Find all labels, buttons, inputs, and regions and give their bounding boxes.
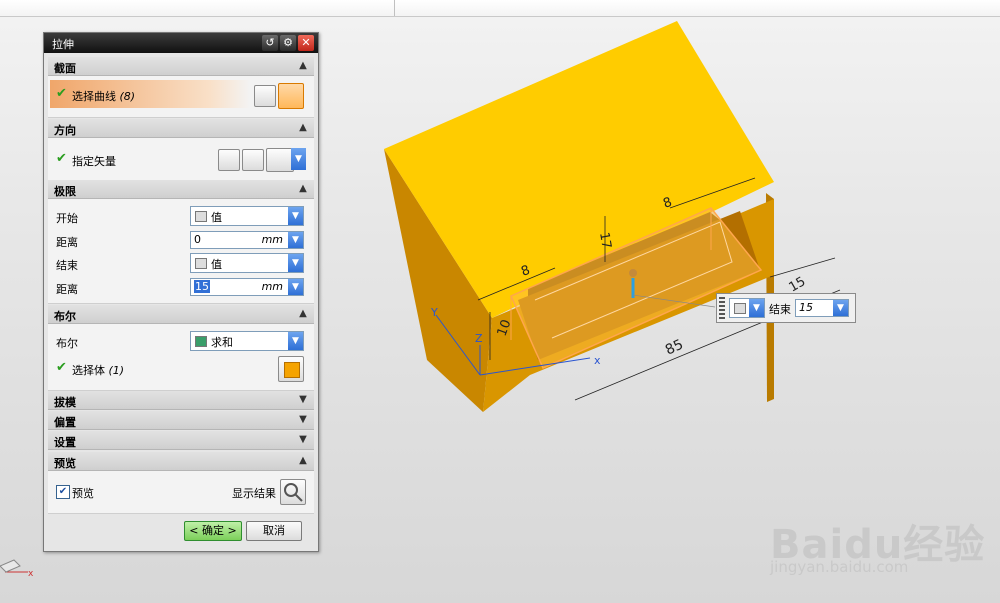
chevron-down-icon[interactable]: ▼ [288,332,303,350]
chevron-down-icon[interactable]: ▼ [288,207,303,225]
direction-body: ✔ 指定矢量 ▼ [48,138,314,183]
section-body: ✔ 选择曲线 (8) [48,76,314,118]
end-distance-label: 距离 [56,283,78,296]
section-header-limits[interactable]: 极限 ▲ [48,180,314,199]
dialog-title: 拉伸 [52,38,74,51]
curve-select-icon[interactable] [278,83,304,109]
section-header-draft[interactable]: 拔模 ▼ [48,391,314,410]
check-icon: ✔ [56,360,67,375]
section-header-offset[interactable]: 偏置 ▼ [48,411,314,430]
select-body-icon[interactable] [278,356,304,382]
chevron-down-icon[interactable]: ▼ [296,393,310,407]
chevron-up-icon[interactable]: ▲ [296,121,310,135]
chevron-down-icon[interactable]: ▼ [749,299,764,317]
end-option-select[interactable]: 值 ▼ [190,253,304,273]
cancel-button[interactable]: 取消 [246,521,302,541]
vector-type-icon[interactable] [266,148,294,172]
reverse-direction-icon[interactable] [218,149,240,171]
boolean-body: 布尔 求和 ▼ ✔ 选择体 (1) [48,324,314,391]
section-header-section[interactable]: 截面 ▲ [48,57,314,76]
boolean-select[interactable]: 求和 ▼ [190,331,304,351]
show-result-label: 显示结果 [232,487,276,500]
chevron-up-icon[interactable]: ▲ [296,182,310,196]
close-icon[interactable]: ✕ [298,35,314,51]
select-body-count: (1) [108,364,125,377]
select-curve-label: 选择曲线 (8) [72,90,136,103]
section-header-boolean[interactable]: 布尔 ▲ [48,305,314,324]
view-triad[interactable]: x [0,552,40,595]
end-distance-field[interactable]: 15 mm ▼ [190,278,304,296]
dim-line-15 [769,257,836,278]
chevron-down-icon[interactable]: ▼ [288,254,303,272]
chevron-up-icon[interactable]: ▲ [296,454,310,468]
boolean-label: 布尔 [56,337,78,350]
watermark-url: jingyan.baidu.com [770,558,909,576]
down-arrow-icon[interactable]: ▼ [288,279,303,295]
drag-grip[interactable] [719,297,725,319]
chevron-down-icon[interactable]: ▼ [296,433,310,447]
handle-end-value[interactable]: 15 ▼ [795,299,849,317]
start-distance-label: 距离 [56,236,78,249]
axis-z-label: Z [475,332,483,345]
unite-icon [195,336,207,347]
vector-type-dropdown[interactable]: ▼ [291,148,306,170]
chevron-up-icon[interactable]: ▲ [296,307,310,321]
preview-checkbox[interactable]: ✔ [56,485,70,499]
start-option-select[interactable]: 值 ▼ [190,206,304,226]
ok-button[interactable]: < 确定 > [184,521,242,541]
gear-icon[interactable]: ⚙ [280,35,296,51]
cube-icon [734,303,746,314]
chevron-down-icon[interactable]: ▼ [296,413,310,427]
vector-dialog-icon[interactable] [242,149,264,171]
start-distance-field[interactable]: 0 mm ▼ [190,231,304,249]
axis-y-label: Y [430,306,438,319]
chevron-up-icon[interactable]: ▲ [296,59,310,73]
section-header-preview[interactable]: 预览 ▲ [48,452,314,471]
axis-x-label: x [594,354,601,367]
extrude-dialog: 拉伸 ↺ ⚙ ✕ 截面 ▲ ✔ 选择曲线 (8) 方向 ▲ ✔ 指定矢量 ▼ 极… [43,32,319,552]
cube-icon [195,211,207,222]
dialog-titlebar[interactable]: 拉伸 ↺ ⚙ ✕ [44,33,318,53]
select-body-label: 选择体 (1) [72,364,125,377]
start-label: 开始 [56,212,78,225]
drag-handle-sphere[interactable] [629,269,637,277]
preview-label: 预览 [72,487,94,500]
handle-end-label: 结束 [769,303,791,316]
section-header-direction[interactable]: 方向 ▲ [48,119,314,138]
reset-icon[interactable]: ↺ [262,35,278,51]
triad-x-label: x [28,569,34,579]
limits-body: 开始 值 ▼ 距离 0 mm ▼ 结束 值 ▼ 距离 15 mm ▼ [48,199,314,304]
preview-body: ✔ 预览 显示结果 [48,471,314,514]
select-curve-count: (8) [119,90,136,103]
cube-icon [195,258,207,269]
dim-17[interactable]: 17 [596,231,614,250]
section-header-settings[interactable]: 设置 ▼ [48,431,314,450]
check-icon: ✔ [56,86,67,101]
specify-vector-label: 指定矢量 [72,155,116,168]
down-arrow-icon[interactable]: ▼ [288,232,303,248]
down-arrow-icon[interactable]: ▼ [833,300,848,316]
magnifier-icon[interactable] [280,479,306,505]
dynamic-input-box[interactable]: ▼ 结束 15 ▼ [716,293,856,323]
check-icon: ✔ [56,151,67,166]
handle-option-combo[interactable]: ▼ [729,298,765,318]
end-label: 结束 [56,259,78,272]
sketch-section-icon[interactable] [254,85,276,107]
